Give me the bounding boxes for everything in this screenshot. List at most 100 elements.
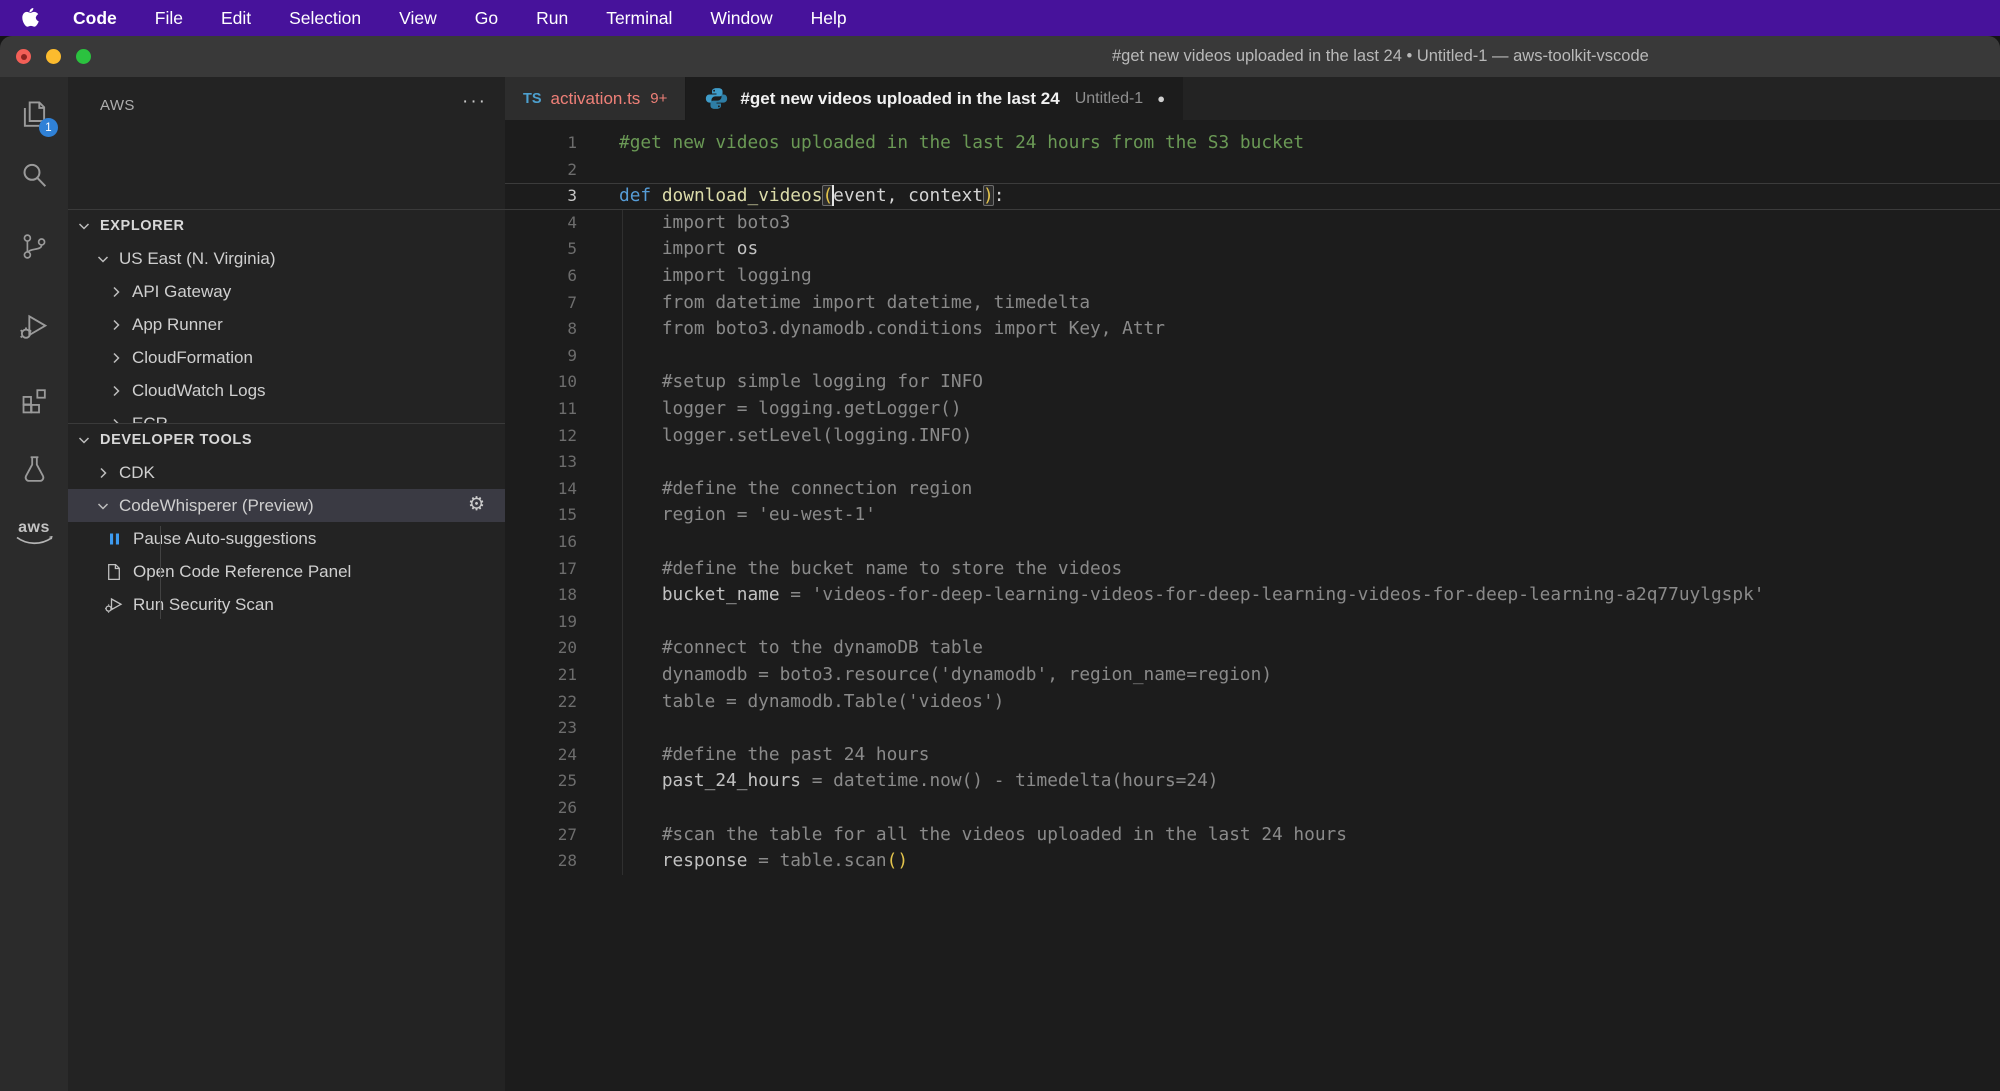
sidebar-item-cloudformation[interactable]: CloudFormation: [68, 341, 505, 374]
code-text: def download_videos(event, context):: [619, 185, 1005, 207]
code-line-17[interactable]: 17 #define the bucket name to store the …: [505, 556, 2000, 583]
code-line-5[interactable]: 5 import os: [505, 236, 2000, 263]
code-line-2[interactable]: 2: [505, 157, 2000, 184]
chevron-right-icon: [108, 416, 124, 423]
code-line-27[interactable]: 27 #scan the table for all the videos up…: [505, 822, 2000, 849]
code-line-4[interactable]: 4 import boto3: [505, 210, 2000, 237]
code-line-14[interactable]: 14 #define the connection region: [505, 476, 2000, 503]
menu-run[interactable]: Run: [536, 8, 568, 28]
sidebar-item-app-runner[interactable]: App Runner: [68, 308, 505, 341]
run-debug-icon[interactable]: [0, 311, 68, 343]
code-line-16[interactable]: 16: [505, 529, 2000, 556]
menu-items: Code File Edit Selection View Go Run Terminal Wi…: [73, 8, 885, 29]
gear-icon[interactable]: ⚙: [468, 493, 485, 516]
close-button[interactable]: [16, 49, 31, 64]
code-line-23[interactable]: 23: [505, 715, 2000, 742]
more-actions-icon[interactable]: ···: [462, 91, 487, 113]
code-line-8[interactable]: 8 from boto3.dynamodb.conditions import …: [505, 316, 2000, 343]
code-line-25[interactable]: 25 past_24_hours = datetime.now() - time…: [505, 768, 2000, 795]
line-number: 24: [557, 744, 577, 764]
code-line-1[interactable]: 1 #get new videos uploaded in the last 24…: [505, 130, 2000, 157]
code-line-28[interactable]: 28 response = table.scan(): [505, 848, 2000, 875]
line-number: 19: [557, 611, 577, 631]
line-number: 27: [557, 824, 577, 844]
modified-dot-icon[interactable]: ●: [1157, 91, 1165, 106]
code-text: logger.setLevel(logging.INFO): [619, 424, 973, 446]
aws-icon: aws: [15, 520, 53, 546]
menu-file[interactable]: File: [155, 8, 183, 28]
code-line-19[interactable]: 19: [505, 609, 2000, 636]
code-line-22[interactable]: 22 table = dynamodb.Table('videos'): [505, 689, 2000, 716]
extensions-icon[interactable]: [0, 384, 68, 415]
sidebar-item-run-security-scan[interactable]: Run Security Scan: [68, 588, 505, 621]
tab-activation-ts[interactable]: TS activation.ts 9+: [505, 77, 687, 120]
code-line-15[interactable]: 15 region = 'eu-west-1': [505, 502, 2000, 529]
source-control-icon[interactable]: [0, 231, 68, 262]
testing-icon[interactable]: [0, 454, 68, 485]
chevron-right-icon: [108, 350, 124, 366]
code-line-3[interactable]: 3 def download_videos(event, context):: [505, 183, 2000, 210]
code-line-7[interactable]: 7 from datetime import datetime, timedel…: [505, 290, 2000, 317]
line-number: 16: [557, 532, 577, 551]
code-line-11[interactable]: 11 logger = logging.getLogger(): [505, 396, 2000, 423]
sidebar-item-codewhisperer-preview[interactable]: CodeWhisperer (Preview) ⚙: [68, 489, 505, 522]
code-text: from boto3.dynamodb.conditions import Ke…: [619, 318, 1165, 340]
explorer-badge: 1: [39, 118, 58, 137]
menu-edit[interactable]: Edit: [221, 8, 251, 28]
code-text: #connect to the dynamoDB table: [619, 637, 983, 659]
line-number: 28: [557, 851, 577, 871]
sidebar-item-open-code-reference-panel[interactable]: Open Code Reference Panel: [68, 555, 505, 588]
section-header-developer-tools[interactable]: DEVELOPER TOOLS: [68, 423, 505, 456]
code-line-26[interactable]: 26: [505, 795, 2000, 822]
sidebar-item-pause-auto-suggestions[interactable]: Pause Auto-suggestions: [68, 522, 505, 555]
line-number: 12: [557, 425, 577, 445]
menu-help[interactable]: Help: [811, 8, 847, 28]
line-number: 9: [567, 345, 577, 365]
title-bar[interactable]: #get new videos uploaded in the last 24 …: [0, 36, 2000, 77]
code-line-18[interactable]: 18 bucket_name = 'videos-for-deep-learni…: [505, 582, 2000, 609]
sidebar-item-ecr[interactable]: ECR: [68, 407, 505, 423]
window-controls: [16, 49, 91, 64]
sidebar-item-cdk[interactable]: CDK: [68, 456, 505, 489]
editor-group: TS activation.ts 9+ #get new videos uploade…: [505, 77, 2000, 1091]
menu-code[interactable]: Code: [73, 8, 117, 28]
line-number: 11: [557, 399, 577, 418]
sidebar-item-us-east-n-virginia[interactable]: US East (N. Virginia): [68, 242, 505, 275]
code-line-13[interactable]: 13: [505, 449, 2000, 476]
screen: Code File Edit Selection View Go Run Terminal Wi…: [0, 0, 2000, 1091]
code-text: #define the bucket name to store the vid…: [619, 557, 1123, 579]
line-number: 10: [557, 372, 577, 392]
section-header-explorer[interactable]: EXPLORER: [68, 209, 505, 242]
apple-icon[interactable]: [22, 8, 39, 28]
menu-window[interactable]: Window: [710, 8, 772, 28]
tab-detail: Untitled-1: [1074, 89, 1144, 107]
code-line-21[interactable]: 21 dynamodb = boto3.resource('dynamodb',…: [505, 662, 2000, 689]
code-line-10[interactable]: 10 #setup simple logging for INFO: [505, 369, 2000, 396]
window-body: 1 aws AWS ··· EXPLORER US East (N. Virgini…: [0, 77, 2000, 1091]
menu-go[interactable]: Go: [475, 8, 498, 28]
problems-badge: 9+: [650, 90, 668, 107]
menu-view[interactable]: View: [399, 8, 437, 28]
tab-get-new-videos-uploaded-in-the-last-24[interactable]: #get new videos uploaded in the last 24 U…: [686, 77, 1184, 120]
code-text: past_24_hours = datetime.now() - timedel…: [619, 770, 1219, 792]
search-icon[interactable]: [0, 159, 68, 191]
sidebar-item-cloudwatch-logs[interactable]: CloudWatch Logs: [68, 374, 505, 407]
line-number: 25: [557, 771, 577, 791]
code-text: #define the connection region: [619, 477, 973, 499]
line-number: 6: [567, 266, 577, 285]
code-line-24[interactable]: 24 #define the past 24 hours: [505, 742, 2000, 769]
code-line-6[interactable]: 6 import logging: [505, 263, 2000, 290]
tree-indent-guide: [160, 526, 161, 619]
aws-icon[interactable]: aws: [0, 520, 68, 546]
code-line-9[interactable]: 9: [505, 343, 2000, 370]
code-line-12[interactable]: 12 logger.setLevel(logging.INFO): [505, 423, 2000, 450]
explorer-icon[interactable]: 1: [0, 99, 68, 137]
minimize-button[interactable]: [46, 49, 61, 64]
code-editor[interactable]: 1 #get new videos uploaded in the last 24…: [505, 120, 2000, 1091]
zoom-button[interactable]: [76, 49, 91, 64]
code-line-20[interactable]: 20 #connect to the dynamoDB table: [505, 635, 2000, 662]
menu-terminal[interactable]: Terminal: [606, 8, 672, 28]
python-icon: [704, 86, 729, 111]
sidebar-item-api-gateway[interactable]: API Gateway: [68, 275, 505, 308]
menu-selection[interactable]: Selection: [289, 8, 361, 28]
